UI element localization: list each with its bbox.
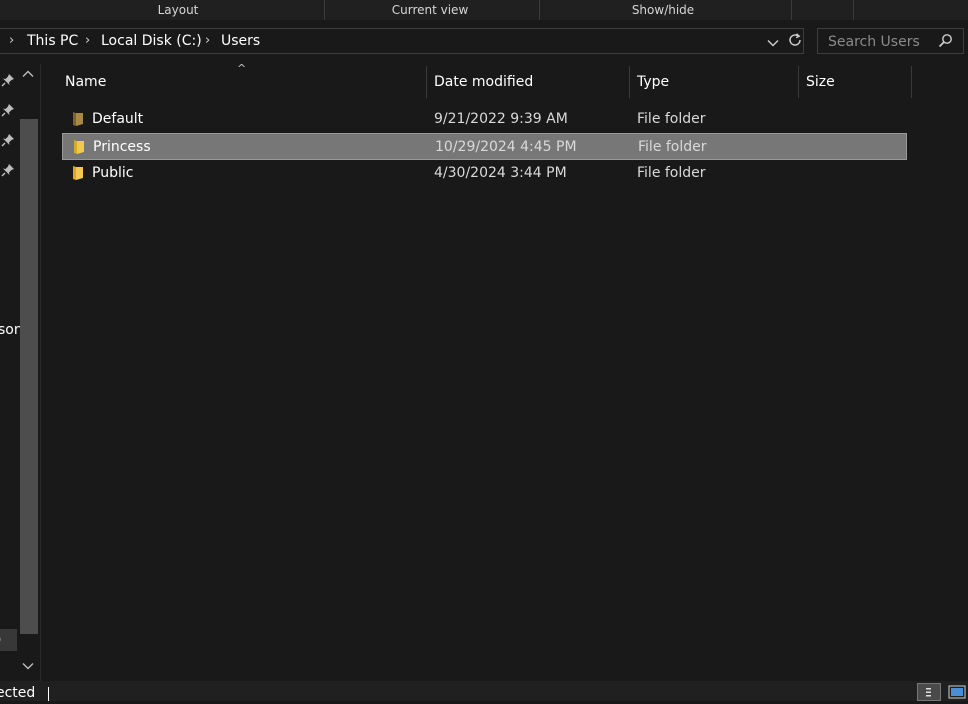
column-header-type[interactable]: Type xyxy=(637,66,669,98)
file-name: Default xyxy=(92,111,144,127)
breadcrumb-chevron-icon[interactable]: › xyxy=(85,33,90,48)
large-icons-view-button[interactable] xyxy=(945,683,968,701)
status-text: ected xyxy=(0,685,36,701)
file-row-princess[interactable]: Princess 10/29/2024 4:45 PM File folder xyxy=(62,133,907,160)
column-divider[interactable] xyxy=(798,66,799,98)
folder-icon xyxy=(71,139,87,155)
folder-icon xyxy=(70,165,86,181)
column-header-date-modified[interactable]: Date modified xyxy=(434,66,533,98)
breadcrumb-chevron-icon[interactable]: › xyxy=(9,33,14,48)
search-input[interactable] xyxy=(826,32,938,52)
pin-icon xyxy=(0,102,16,118)
file-list: ^ Name Date modified Type Size Default 9… xyxy=(41,62,968,681)
status-bar: ected xyxy=(0,681,968,701)
address-bar[interactable]: › This PC › Local Disk (C:) › Users xyxy=(0,28,804,54)
file-name: Public xyxy=(92,165,134,181)
scroll-up-icon[interactable] xyxy=(22,68,34,82)
ribbon-separator xyxy=(539,0,540,20)
nav-scrollbar-thumb[interactable] xyxy=(20,119,38,634)
breadcrumb-users[interactable]: Users xyxy=(221,33,260,49)
ribbon-separator xyxy=(791,0,792,20)
ribbon-separator xyxy=(853,0,854,20)
pin-icon xyxy=(0,72,16,88)
ribbon-separator xyxy=(324,0,325,20)
chevron-down-icon[interactable] xyxy=(767,34,779,53)
details-view-button[interactable] xyxy=(917,683,941,701)
file-name: Princess xyxy=(93,139,151,155)
file-date-modified: 9/21/2022 9:39 AM xyxy=(434,111,568,127)
refresh-icon[interactable] xyxy=(787,32,803,52)
search-icon[interactable] xyxy=(938,33,953,52)
nav-item-partial-2[interactable]: ) xyxy=(0,632,1,648)
folder-icon xyxy=(70,111,86,127)
sort-ascending-icon: ^ xyxy=(237,62,247,75)
file-row-public[interactable]: Public 4/30/2024 3:44 PM File folder xyxy=(62,160,907,187)
breadcrumb-local-disk[interactable]: Local Disk (C:) xyxy=(101,33,202,49)
scroll-down-icon[interactable] xyxy=(22,660,34,674)
ribbon-bar: Layout Current view Show/hide xyxy=(0,0,968,20)
pin-icon xyxy=(0,132,16,148)
ribbon-group-current-view: Current view xyxy=(391,3,469,17)
file-type: File folder xyxy=(637,165,706,181)
breadcrumb-this-pc[interactable]: This PC xyxy=(27,33,78,49)
pin-icon xyxy=(0,162,16,178)
file-row-default[interactable]: Default 9/21/2022 9:39 AM File folder xyxy=(62,106,907,133)
column-divider[interactable] xyxy=(911,66,912,98)
column-divider[interactable] xyxy=(629,66,630,98)
breadcrumb-chevron-icon[interactable]: › xyxy=(205,33,210,48)
navigation-pane: son ) xyxy=(0,64,41,681)
nav-item-highlight[interactable] xyxy=(0,629,17,651)
file-date-modified: 4/30/2024 3:44 PM xyxy=(434,165,567,181)
file-type: File folder xyxy=(638,139,707,155)
column-header-name[interactable]: Name xyxy=(65,66,106,98)
search-box[interactable] xyxy=(817,28,964,54)
file-type: File folder xyxy=(637,111,706,127)
file-date-modified: 10/29/2024 4:45 PM xyxy=(435,139,577,155)
column-divider[interactable] xyxy=(426,66,427,98)
ribbon-group-layout: Layout xyxy=(157,3,199,17)
column-header-size[interactable]: Size xyxy=(806,66,835,98)
navigation-row: › This PC › Local Disk (C:) › Users xyxy=(0,20,968,64)
ribbon-group-show-hide: Show/hide xyxy=(631,3,695,17)
status-divider xyxy=(48,687,49,701)
